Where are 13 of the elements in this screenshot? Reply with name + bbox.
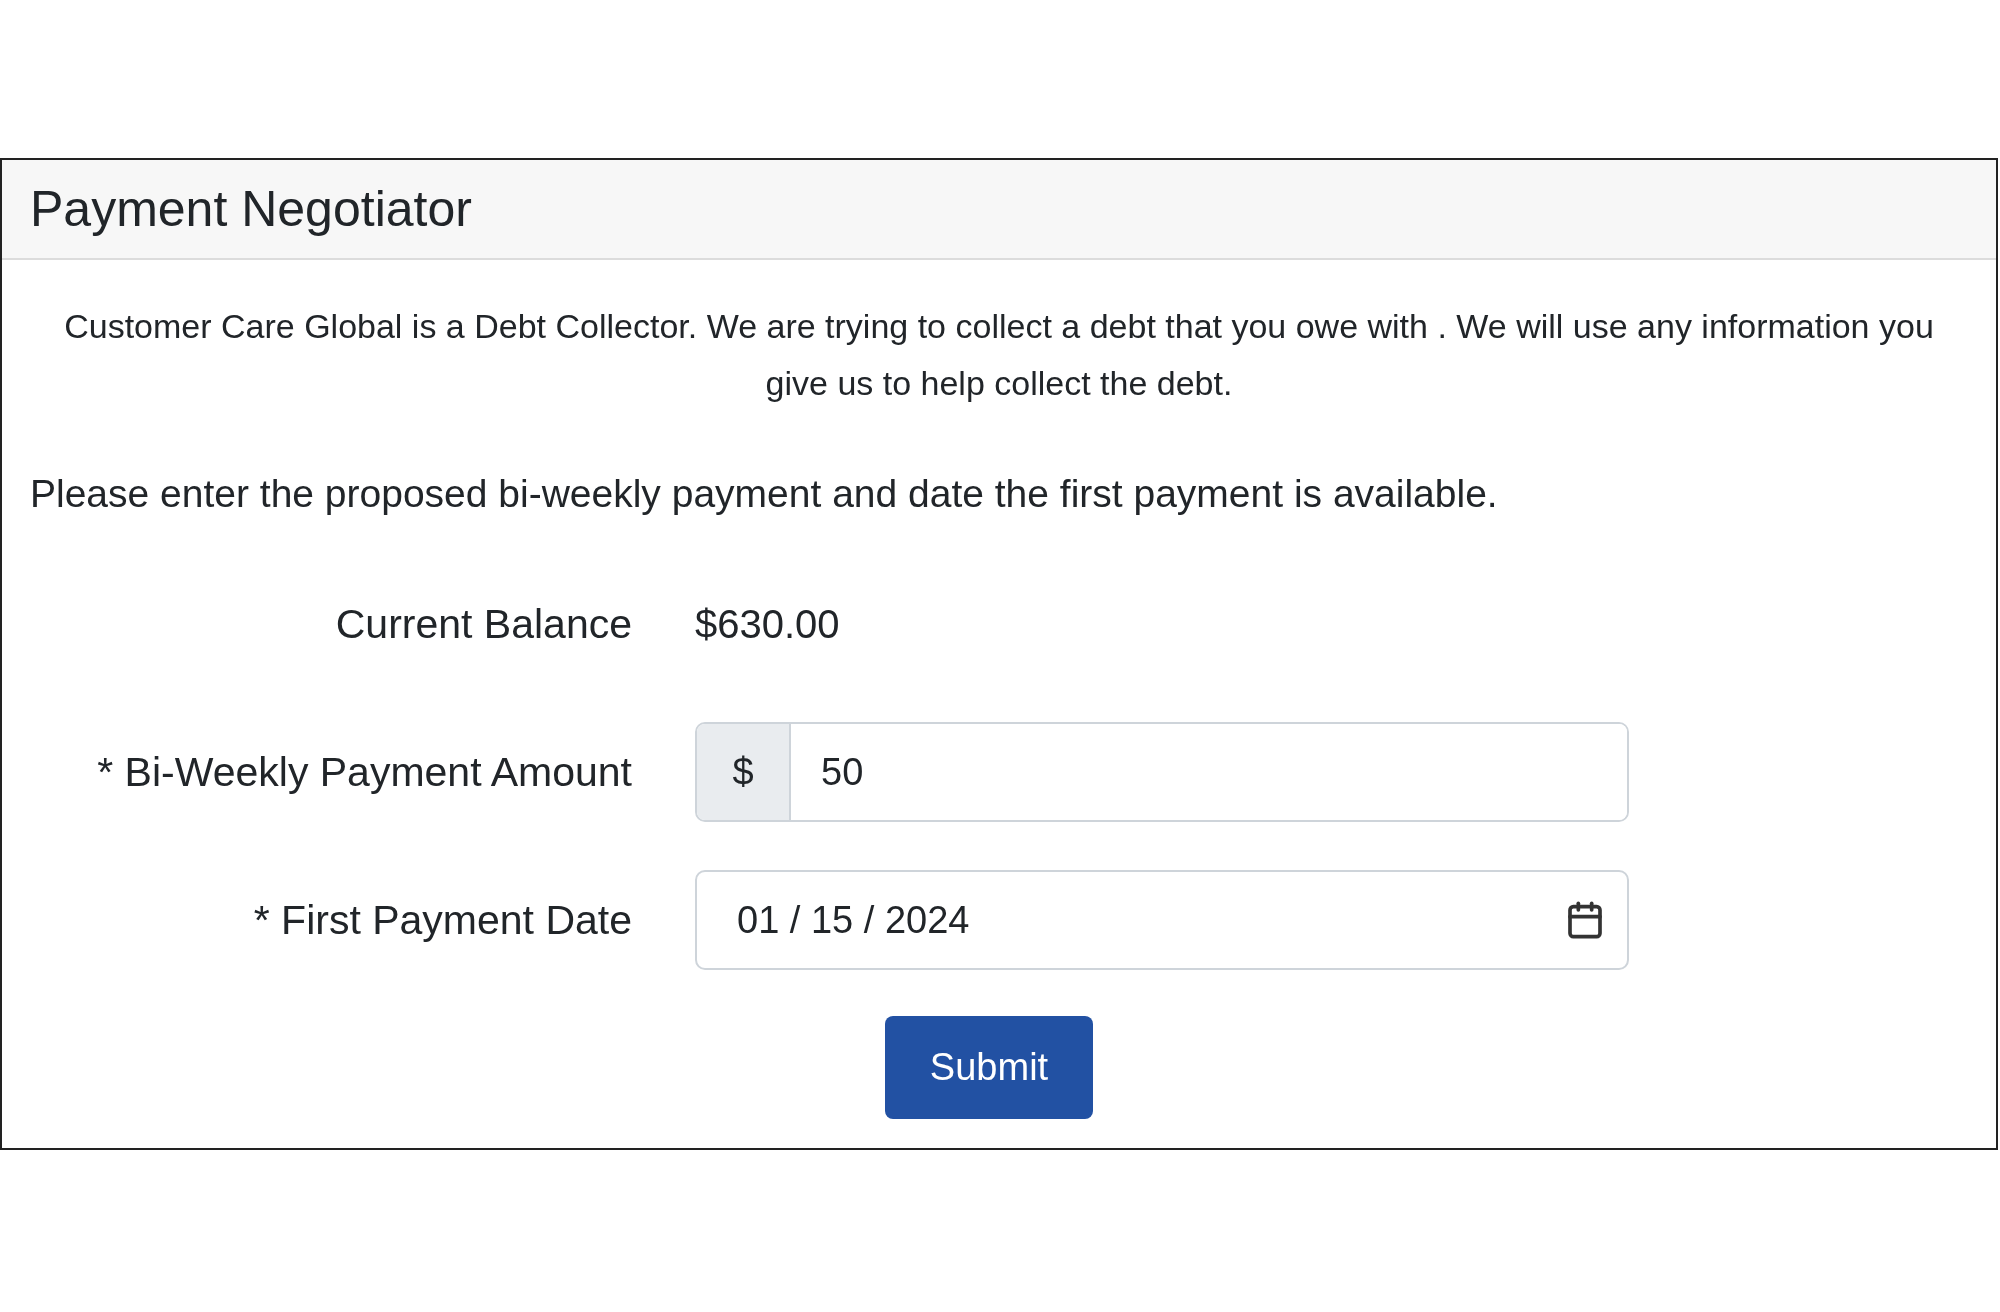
instructions-text: Please enter the proposed bi-weekly payment and date the first payment is available. <box>30 472 1499 516</box>
field-label: * Bi-Weekly Payment Amount <box>97 748 632 796</box>
disclaimer-text: Customer Care Global is a Debt Collector. We are trying to collect a debt that you owe with . We will use any information you give us to help collect the debt. <box>63 306 1935 404</box>
field-label: Current Balance <box>335 600 632 648</box>
calendar-icon[interactable] <box>1565 900 1605 940</box>
currency-prefix: $ <box>697 724 791 820</box>
balance-value: $630.00 <box>695 601 841 647</box>
field-label: * First Payment Date <box>253 896 632 944</box>
amount-field[interactable]: $ 50 <box>695 722 1629 822</box>
date-field[interactable]: 01 / 15 / 2024 <box>695 870 1629 970</box>
card-title: Payment Negotiator <box>30 180 472 238</box>
submit-button[interactable]: Submit <box>885 1016 1093 1119</box>
date-input[interactable]: 01 / 15 / 2024 <box>737 898 1565 942</box>
